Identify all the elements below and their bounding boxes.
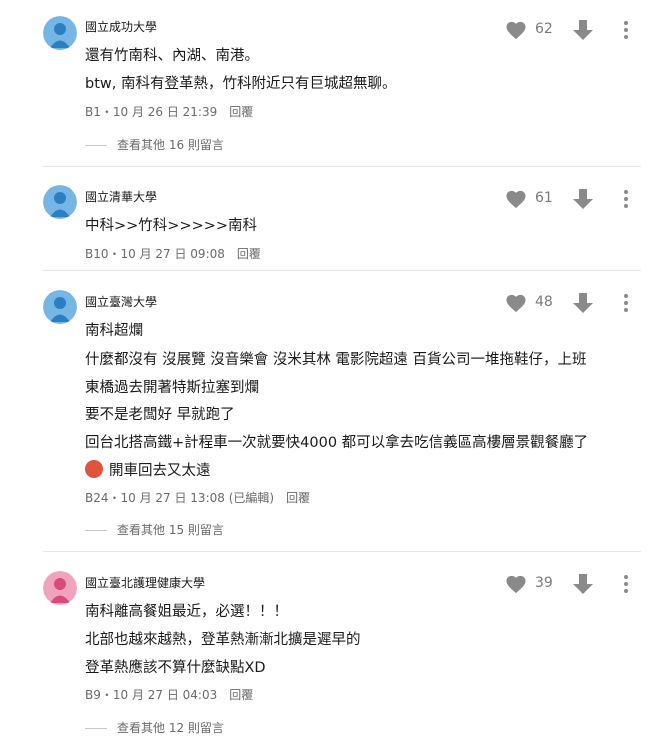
comment-text-line-with-emoji: 開車回去又太遠 [85, 459, 211, 480]
comment-text-line: 登革熱應該不算什麼缺點XD [85, 660, 266, 676]
heart-icon[interactable] [505, 189, 527, 213]
avatar[interactable] [43, 290, 77, 324]
comment-actions: 62 [505, 19, 645, 41]
comment-meta: B24・10 月 27 日 13:08 (已編輯) 回覆 [85, 489, 310, 506]
comment-text-line: 還有竹南科、內湖、南港。 [85, 48, 259, 64]
more-vertical-icon[interactable] [623, 293, 629, 317]
like-count: 62 [535, 21, 553, 37]
angry-face-emoji [85, 460, 103, 478]
heart-icon[interactable] [505, 20, 527, 44]
comment-meta: B10・10 月 27 日 09:08 回覆 [85, 245, 261, 262]
down-arrow-icon[interactable] [573, 188, 593, 214]
avatar[interactable] [43, 16, 77, 50]
more-vertical-icon[interactable] [623, 189, 629, 213]
view-more-replies[interactable]: 查看其他 12 則留言 [85, 719, 224, 736]
comment-text-line: 回台北搭高鐵+計程車一次就要快4000 都可以拿去吃信義區高樓層景觀餐廳了 [85, 435, 589, 451]
view-more-replies[interactable]: 查看其他 15 則留言 [85, 521, 224, 538]
view-more-label: 查看其他 12 則留言 [117, 721, 224, 735]
floor-time: B1・10 月 26 日 21:39 [85, 105, 218, 119]
reply-button[interactable]: 回覆 [237, 247, 261, 261]
dash-line [85, 728, 107, 729]
school-name: 國立臺灣大學 [85, 295, 158, 309]
school-name: 國立臺北護理健康大學 [85, 576, 206, 590]
down-arrow-icon[interactable] [573, 19, 593, 45]
avatar[interactable] [43, 185, 77, 219]
floor-time: B24・10 月 27 日 13:08 (已編輯) [85, 491, 275, 505]
comment-actions: 48 [505, 292, 645, 314]
comment-text-line: 要不是老闆好 早就跑了 [85, 407, 235, 423]
view-more-label: 查看其他 16 則留言 [117, 138, 224, 152]
view-more-label: 查看其他 15 則留言 [117, 523, 224, 537]
reply-button[interactable]: 回覆 [229, 688, 253, 702]
school-name: 國立成功大學 [85, 20, 158, 34]
reply-button[interactable]: 回覆 [229, 105, 253, 119]
comment-text-line: 什麼都沒有 沒展覽 沒音樂會 沒米其林 電影院超遠 百貨公司一堆拖鞋仔，上班 [85, 352, 587, 368]
like-count: 48 [535, 294, 553, 310]
down-arrow-icon[interactable] [573, 292, 593, 318]
dash-line [85, 530, 107, 531]
comment-text-line: btw, 南科有登革熱，竹科附近只有巨城超無聊。 [85, 76, 397, 92]
like-count: 61 [535, 190, 553, 206]
divider [43, 270, 641, 271]
comment-text: 開車回去又太遠 [109, 463, 211, 479]
heart-icon[interactable] [505, 293, 527, 317]
comment-text-line: 南科離高餐姐最近，必選！！！ [85, 604, 288, 620]
down-arrow-icon[interactable] [573, 573, 593, 599]
comment-text-line: 中科>>竹科>>>>>南科 [85, 218, 258, 234]
school-name: 國立清華大學 [85, 190, 158, 204]
comment-text-line: 南科超爛 [85, 323, 143, 339]
avatar[interactable] [43, 571, 77, 605]
floor-time: B9・10 月 27 日 04:03 [85, 688, 218, 702]
more-vertical-icon[interactable] [623, 574, 629, 598]
view-more-replies[interactable]: 查看其他 16 則留言 [85, 136, 224, 153]
heart-icon[interactable] [505, 574, 527, 598]
comment-text-line: 東橋過去開著特斯拉塞到爛 [85, 380, 259, 396]
reply-button[interactable]: 回覆 [286, 491, 310, 505]
comment-actions: 61 [505, 188, 645, 210]
floor-time: B10・10 月 27 日 09:08 [85, 247, 225, 261]
like-count: 39 [535, 575, 553, 591]
divider [43, 166, 641, 167]
comment-meta: B9・10 月 27 日 04:03 回覆 [85, 686, 253, 703]
more-vertical-icon[interactable] [623, 20, 629, 44]
comment-actions: 39 [505, 573, 645, 595]
dash-line [85, 145, 107, 146]
comment-meta: B1・10 月 26 日 21:39 回覆 [85, 103, 253, 120]
comment-text-line: 北部也越來越熱，登革熱漸漸北擴是遲早的 [85, 632, 361, 648]
divider [43, 551, 641, 552]
